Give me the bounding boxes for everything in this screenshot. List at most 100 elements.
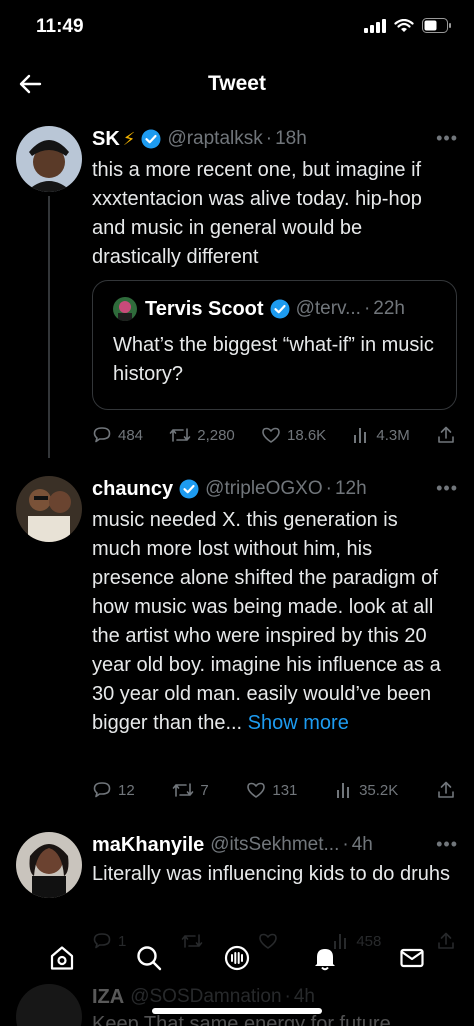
like-button[interactable]: 18.6K [261,425,326,445]
display-name[interactable]: maKhanyile [92,834,204,857]
reply-icon [93,782,111,798]
tweet-text: this a more recent one, but imagine if x… [92,159,422,268]
status-time: 11:49 [36,16,84,37]
status-bar: 11:49 [0,0,474,56]
tweet-header: SK ⚡ @raptalksk · 18h [92,124,454,154]
share-button[interactable] [436,780,456,800]
views-icon [337,783,350,798]
quoted-username-handle: @terv... [295,298,361,319]
verified-badge-icon [179,479,199,499]
heart-icon [262,427,280,443]
tweet-timestamp[interactable]: 4h [294,986,315,1008]
views-icon [354,428,367,443]
more-options-icon[interactable]: ••• [436,834,458,855]
avatar[interactable] [16,984,82,1026]
tweet-actions: 12 7 131 35.2K [92,778,456,802]
retweet-icon [169,428,191,442]
username-handle[interactable]: @itsSekhmet... [210,834,339,856]
like-button[interactable]: 131 [246,780,297,800]
share-icon [438,781,454,798]
quoted-tweet[interactable]: Tervis Scoot @terv... · 22h What’s the b… [92,280,457,410]
tweet-text: Literally was influencing kids to do dru… [92,863,450,885]
reply-icon [93,427,111,443]
messages-icon [400,948,424,968]
heart-icon [247,782,266,798]
username-handle[interactable]: @SOSDamnation [130,986,281,1008]
separator-dot: · [363,298,371,319]
quoted-tweet-text: What’s the biggest “what-if” in music hi… [113,334,434,385]
lightning-bolt-emoji: ⚡ [122,128,136,149]
separator-dot: · [342,834,349,855]
avatar-image [16,984,82,1026]
tweet[interactable]: IZA @SOSDamnation · 4h Keep That same en… [0,982,474,1026]
tweet-header: maKhanyile @itsSekhmet... · 4h [92,830,454,860]
retweet-count: 2,280 [197,426,235,444]
tweet[interactable]: SK ⚡ @raptalksk · 18h ••• this a more re… [0,124,474,460]
status-icons [364,18,452,33]
verified-badge-icon [270,299,290,319]
search-icon [137,946,162,971]
views-count: 4.3M [376,426,410,444]
separator-dot: · [265,128,273,149]
tweet-timestamp[interactable]: 18h [275,128,307,150]
quoted-avatar [113,297,137,321]
tweet-actions: 484 2,280 18.6K 4.3M [92,423,456,447]
reply-count: 484 [118,426,144,444]
spaces-icon [224,945,250,971]
username-handle[interactable]: @raptalksk [167,128,262,150]
quoted-timestamp: 22h [373,298,405,319]
display-name[interactable]: chauncy [92,478,173,501]
tweet-timestamp[interactable]: 12h [335,478,367,500]
page-title: Tweet [208,72,266,95]
like-count: 18.6K [286,426,327,444]
quoted-display-name: Tervis Scoot [145,297,264,320]
avatar[interactable] [16,476,82,542]
views-count: 35.2K [359,781,399,799]
avatar-image [16,832,82,898]
username-handle[interactable]: @tripleOGXO [205,478,322,500]
battery-icon [422,18,451,33]
notifications-icon [314,949,335,971]
nav-messages[interactable] [388,934,436,982]
quoted-tweet-header: Tervis Scoot @terv... · 22h [113,297,405,321]
avatar-image [16,126,82,192]
retweet-button[interactable]: 2,280 [169,425,235,445]
tweet-text-container: music needed X. this generation is much … [92,506,452,738]
nav-home[interactable] [38,934,86,982]
separator-dot: · [325,478,332,499]
share-button[interactable] [436,425,456,445]
like-count: 131 [272,781,298,799]
bottom-navigation [0,928,474,988]
avatar[interactable] [16,126,82,192]
share-icon [438,426,454,443]
display-name[interactable]: SK [92,128,120,151]
nav-spaces[interactable] [213,934,261,982]
avatar-image [16,476,82,542]
more-options-icon[interactable]: ••• [436,128,458,149]
avatar[interactable] [16,832,82,898]
nav-search[interactable] [125,934,173,982]
verified-badge-icon [141,129,161,149]
retweet-count: 7 [200,781,209,799]
views-button[interactable]: 4.3M [352,426,410,444]
reply-count: 12 [118,781,135,799]
reply-button[interactable]: 12 [92,780,135,800]
top-header: Tweet [0,56,474,112]
reply-button[interactable]: 484 [92,425,143,445]
wifi-icon [394,18,414,32]
tweet-timestamp[interactable]: 4h [352,834,373,856]
show-more-link[interactable]: Show more [248,712,349,734]
more-options-icon[interactable]: ••• [436,478,458,499]
cellular-signal-icon [364,18,386,33]
retweet-icon [173,783,194,797]
separator-dot: · [284,986,291,1007]
tweet-header: chauncy @tripleOGXO · 12h [92,474,454,504]
tweet-text: music needed X. this generation is much … [92,509,441,734]
home-icon [50,946,73,970]
views-button[interactable]: 35.2K [335,781,398,799]
display-name[interactable]: IZA [92,986,124,1009]
nav-notifications[interactable] [301,934,349,982]
retweet-button[interactable]: 7 [172,780,209,800]
home-indicator[interactable] [152,1008,322,1014]
tweet[interactable]: chauncy @tripleOGXO · 12h ••• music need… [0,474,474,814]
